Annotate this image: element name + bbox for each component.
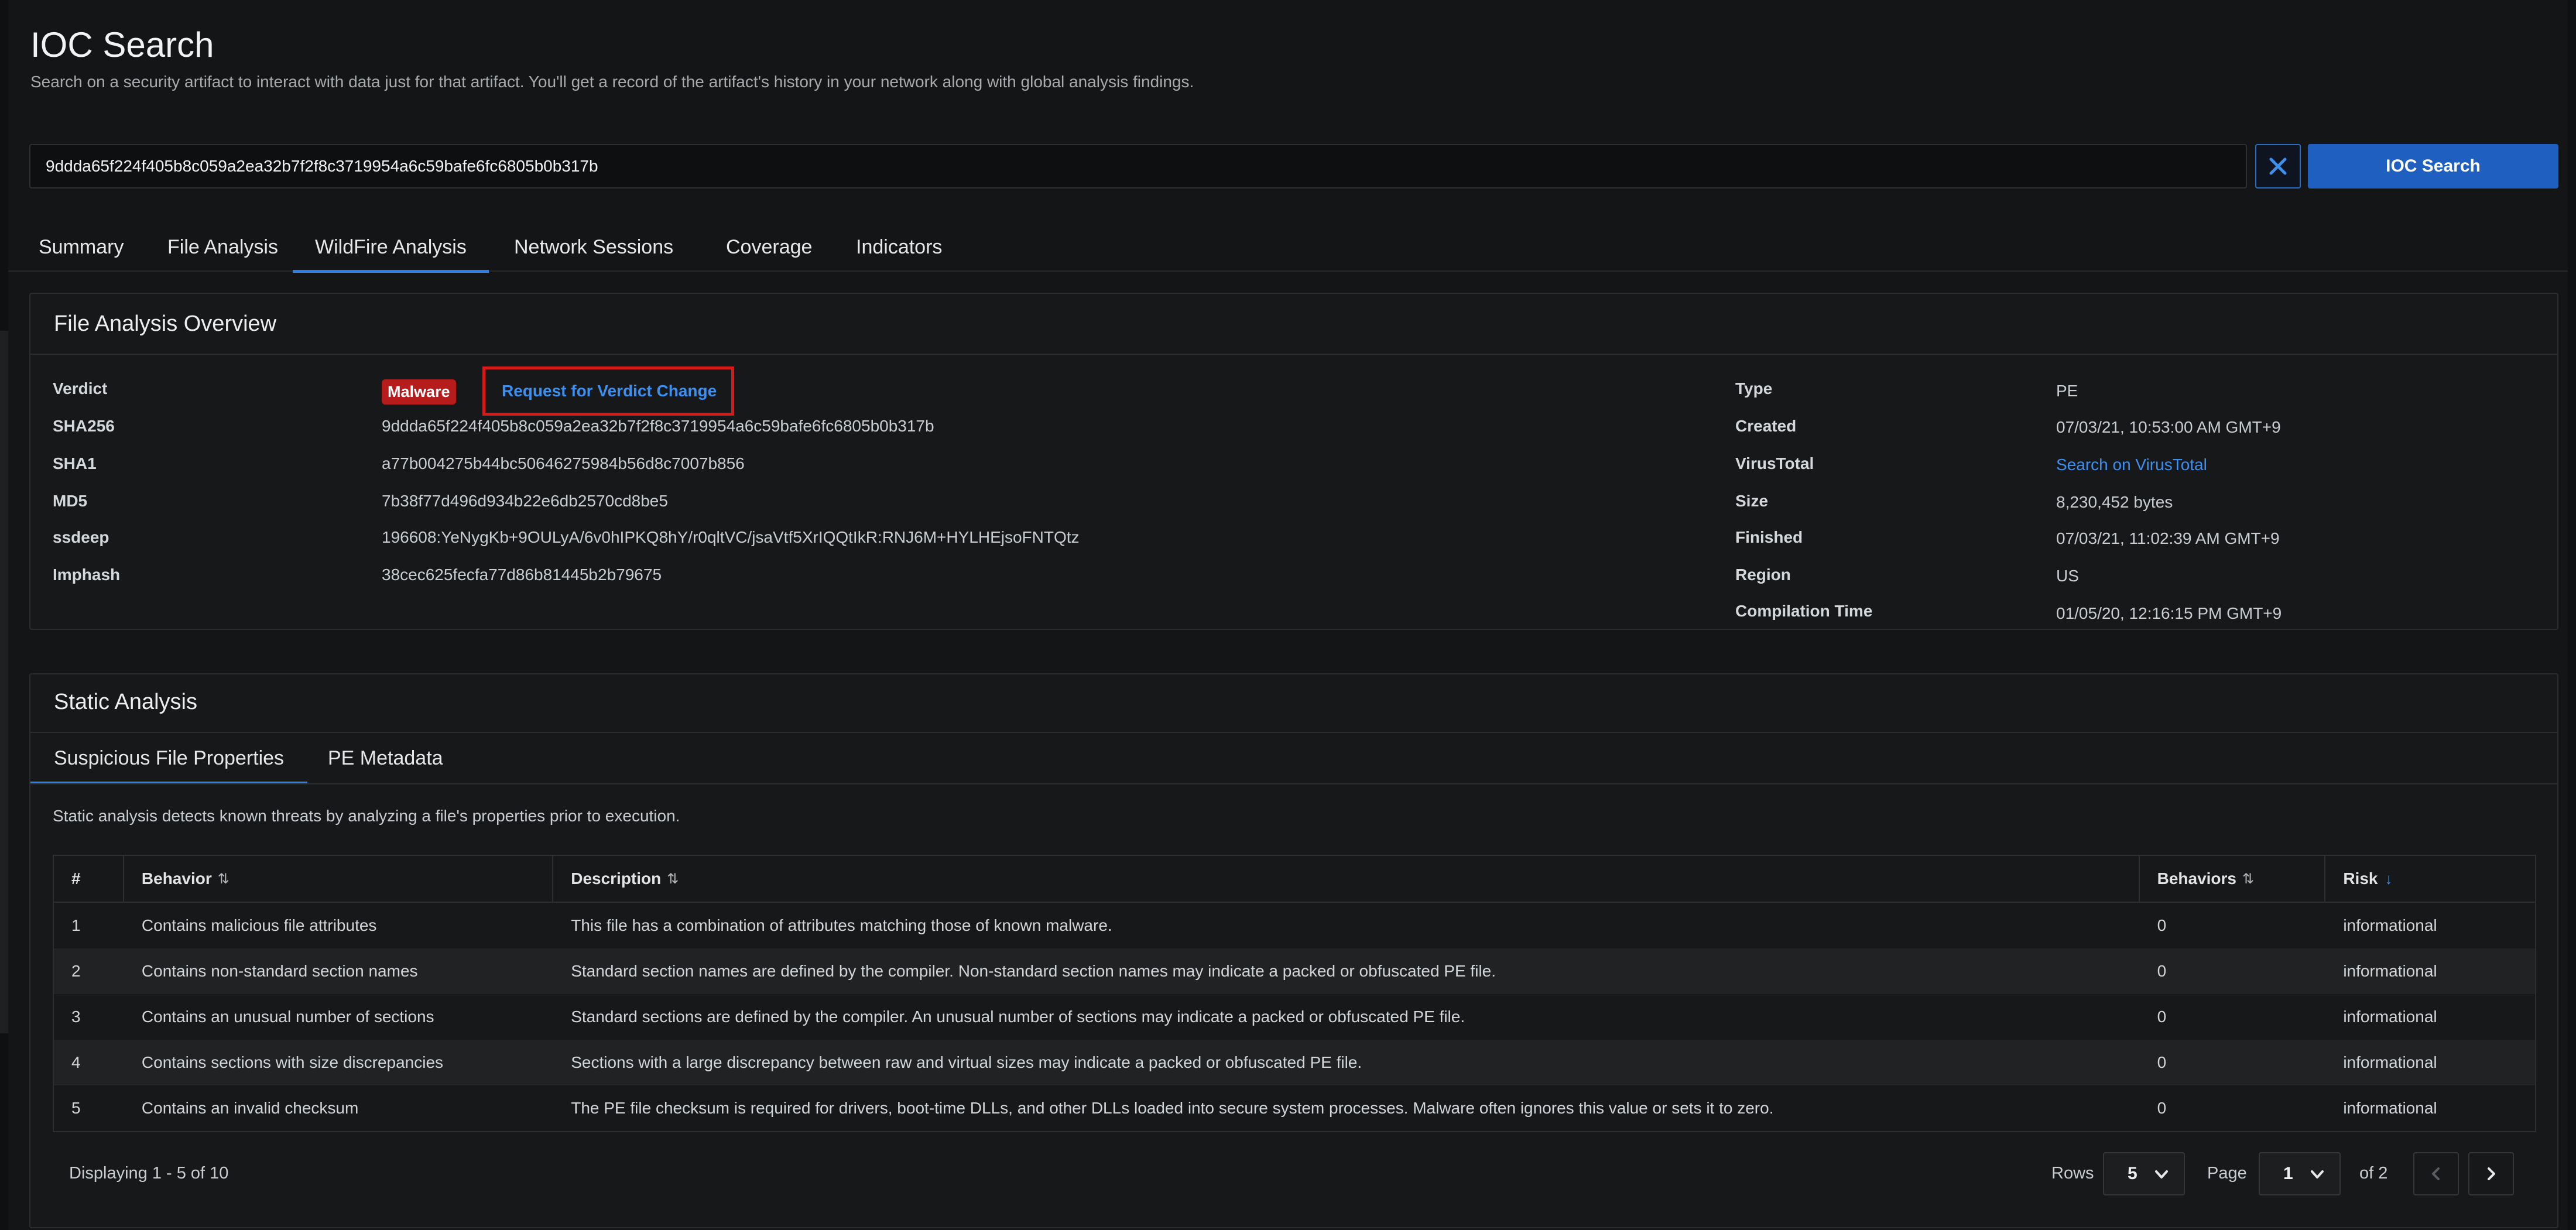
- request-verdict-change-link[interactable]: Request for Verdict Change: [482, 366, 734, 416]
- tab-wildfire-analysis[interactable]: WildFire Analysis: [293, 222, 489, 273]
- chevron-down-icon: [2155, 1170, 2168, 1178]
- ssdeep-label: ssdeep: [53, 528, 109, 546]
- col-behaviors[interactable]: Behaviors ⇅: [2140, 856, 2326, 902]
- sort-icon: ⇅: [217, 871, 229, 887]
- next-page-button[interactable]: [2468, 1152, 2514, 1195]
- table-header: # Behavior ⇅ Description ⇅ Behaviors ⇅ Risk…: [54, 856, 2535, 903]
- static-subtabs: Suspicious File Properties PE Metadata: [30, 733, 733, 784]
- rows-per-page-select[interactable]: 5: [2103, 1152, 2185, 1195]
- page-title: IOC Search: [30, 25, 214, 64]
- tab-file-analysis[interactable]: File Analysis: [145, 222, 300, 272]
- arrow-down-icon: ↓: [2385, 869, 2393, 888]
- search-virustotal-link[interactable]: Search on VirusTotal: [2056, 455, 2207, 474]
- panel-title: Static Analysis: [54, 690, 197, 714]
- compilation-time-label: Compilation Time: [1735, 602, 1873, 620]
- imphash-value: 38cec625fecfa77d86b81445b2b79675: [382, 566, 662, 584]
- md5-value: 7b38f77d496d934b22e6db2570cd8be5: [382, 492, 668, 510]
- table-row[interactable]: 3 Contains an unusual number of sections…: [54, 994, 2535, 1040]
- finished-label: Finished: [1735, 528, 1803, 546]
- md5-label: MD5: [53, 492, 88, 510]
- region-label: Region: [1735, 566, 1791, 584]
- prev-page-button[interactable]: [2413, 1152, 2459, 1195]
- table-row[interactable]: 5 Contains an invalid checksum The PE fi…: [54, 1085, 2535, 1131]
- table-row[interactable]: 4 Contains sections with size discrepanc…: [54, 1040, 2535, 1085]
- sort-icon: ⇅: [2242, 871, 2255, 887]
- ioc-search-button[interactable]: IOC Search: [2308, 144, 2558, 189]
- static-analysis-panel: Static Analysis Suspicious File Properti…: [29, 673, 2558, 1228]
- sha1-label: SHA1: [53, 454, 97, 472]
- page-subtitle: Search on a security artifact to interac…: [30, 73, 1194, 91]
- created-value: 07/03/21, 10:53:00 AM GMT+9: [2056, 418, 2281, 436]
- col-risk[interactable]: Risk ↓: [2325, 856, 2535, 902]
- subtab-pe-metadata[interactable]: PE Metadata: [304, 733, 467, 783]
- rows-label: Rows: [2051, 1164, 2094, 1183]
- sha256-value: 9ddda65f224f405b8c059a2ea32b7f2f8c371995…: [382, 417, 934, 435]
- chevron-right-icon: [2488, 1167, 2495, 1180]
- table-row[interactable]: 1 Contains malicious file attributes Thi…: [54, 903, 2535, 948]
- sha256-label: SHA256: [53, 417, 115, 435]
- suspicious-properties-table: # Behavior ⇅ Description ⇅ Behaviors ⇅ Risk…: [53, 855, 2536, 1132]
- type-label: Type: [1735, 379, 1773, 398]
- divider: [30, 783, 2557, 784]
- tab-summary[interactable]: Summary: [16, 222, 146, 272]
- chevron-left-icon: [2432, 1167, 2440, 1180]
- file-analysis-overview-panel: File Analysis Overview Verdict Malware R…: [29, 293, 2558, 630]
- table-row[interactable]: 2 Contains non-standard section names St…: [54, 948, 2535, 994]
- sha1-value: a77b004275b44bc50646275984b56d8c7007b856: [382, 454, 745, 472]
- side-edge: [0, 331, 8, 1033]
- col-behavior[interactable]: Behavior ⇅: [124, 856, 554, 902]
- size-value: 8,230,452 bytes: [2056, 493, 2173, 511]
- size-label: Size: [1735, 492, 1769, 510]
- tab-network-sessions[interactable]: Network Sessions: [492, 222, 696, 272]
- col-description[interactable]: Description ⇅: [553, 856, 2140, 902]
- ssdeep-value: 196608:YeNygKb+9OULyA/6v0hIPKQ8hY/r0qltV…: [382, 528, 1080, 546]
- sort-icon: ⇅: [667, 871, 679, 887]
- divider: [30, 354, 2557, 355]
- virustotal-label: VirusTotal: [1735, 454, 1814, 472]
- subtab-suspicious-file-properties[interactable]: Suspicious File Properties: [30, 733, 308, 784]
- tab-coverage[interactable]: Coverage: [704, 222, 834, 272]
- region-value: US: [2056, 567, 2079, 585]
- static-analysis-description: Static analysis detects known threats by…: [53, 807, 680, 825]
- close-icon: [2269, 157, 2287, 175]
- type-value: PE: [2056, 382, 2078, 400]
- displaying-count: Displaying 1 - 5 of 10: [69, 1164, 229, 1183]
- page-select[interactable]: 1: [2259, 1152, 2341, 1195]
- verdict-badge: Malware: [382, 379, 456, 405]
- page-label: Page: [2207, 1164, 2247, 1183]
- finished-value: 07/03/21, 11:02:39 AM GMT+9: [2056, 529, 2280, 547]
- imphash-label: Imphash: [53, 566, 121, 584]
- panel-title: File Analysis Overview: [54, 311, 277, 336]
- compilation-time-value: 01/05/20, 12:16:15 PM GMT+9: [2056, 604, 2282, 622]
- tab-indicators[interactable]: Indicators: [834, 222, 964, 272]
- verdict-label: Verdict: [53, 379, 108, 398]
- main-tabs: Summary File Analysis WildFire Analysis …: [8, 222, 2568, 273]
- ioc-search-input[interactable]: [29, 144, 2247, 189]
- col-number: #: [54, 856, 124, 902]
- page-total: of 2: [2359, 1164, 2388, 1183]
- created-label: Created: [1735, 417, 1797, 435]
- chevron-down-icon: [2311, 1170, 2324, 1178]
- clear-search-button[interactable]: [2255, 144, 2301, 189]
